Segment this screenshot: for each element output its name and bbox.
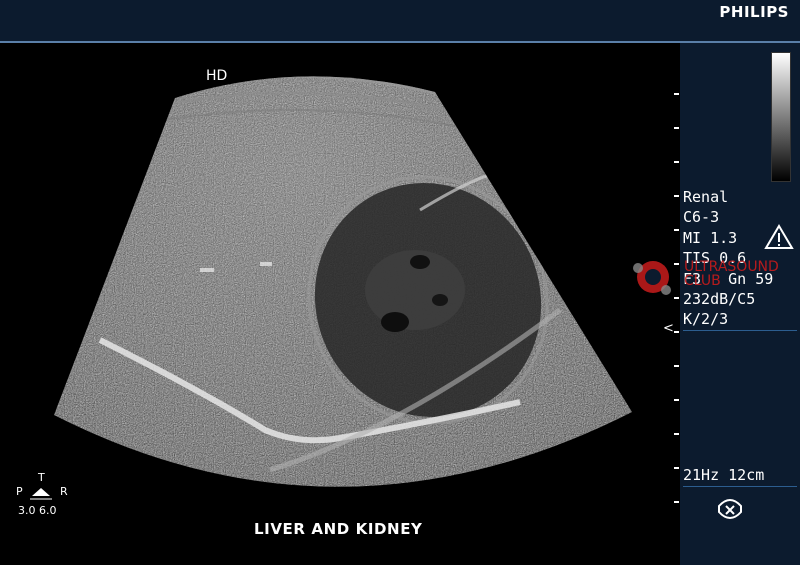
param-preset: Renal [683, 188, 729, 206]
grayscale-bar [771, 52, 791, 182]
watermark-logo-icon [633, 261, 671, 295]
param-mi: MI 1.3 [683, 228, 738, 247]
probe-icon [718, 499, 742, 519]
depth-scale [674, 93, 679, 503]
frame-rate-divider [683, 486, 797, 487]
parameter-divider [683, 330, 797, 331]
watermark-text: ULTRASOUND CLUB [684, 260, 779, 288]
frame-rate-depth: 21Hz 12cm [683, 466, 765, 484]
watermark-line2: CLUB [684, 273, 721, 289]
focus-marker: < [663, 321, 674, 336]
warning-icon [764, 224, 794, 249]
watermark-line1: ULTRASOUND [684, 259, 779, 275]
param-dynamic-range: 232dB/C5 [683, 290, 756, 309]
param-probe: C6-3 [683, 208, 720, 227]
param-processing: K/2/3 [683, 310, 729, 329]
